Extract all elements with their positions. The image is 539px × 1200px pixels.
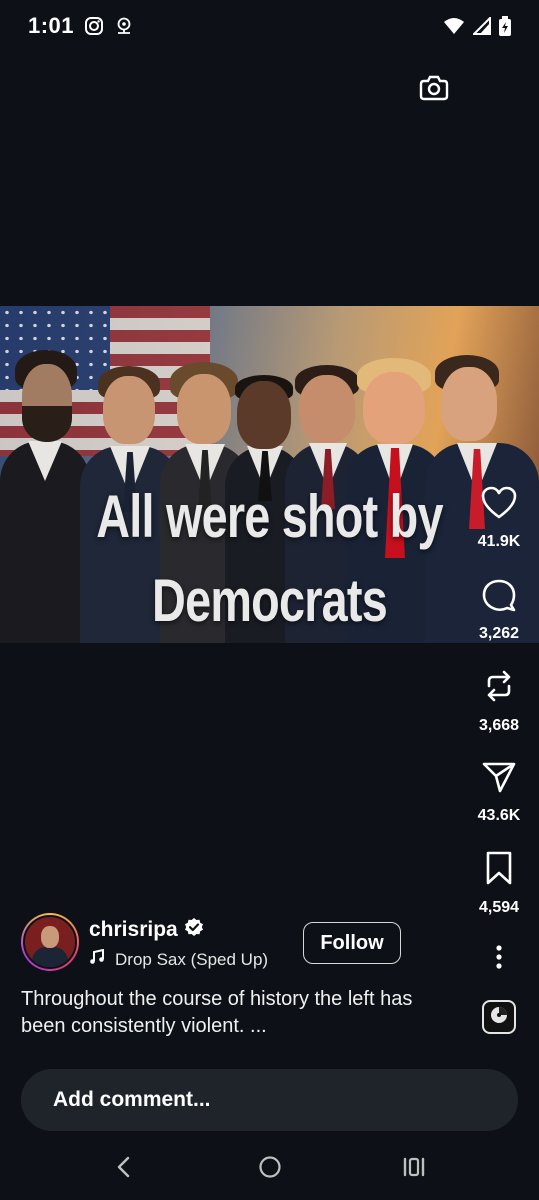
camera-button[interactable] <box>414 70 454 110</box>
save-count: 4,594 <box>478 899 520 916</box>
comment-count: 3,262 <box>478 625 520 642</box>
heart-icon <box>481 486 517 525</box>
send-icon <box>481 760 517 799</box>
music-note-icon <box>89 948 105 970</box>
signal-icon <box>473 17 491 35</box>
status-time: 1:01 <box>28 13 75 38</box>
back-chevron-icon <box>116 1156 132 1183</box>
post-image[interactable]: All were shot by Democrats <box>0 306 539 643</box>
share-button[interactable]: 43.6K <box>466 760 532 825</box>
username-link[interactable]: chrisripa <box>89 917 204 943</box>
username: chrisripa <box>89 918 178 941</box>
share-count: 43.6K <box>477 807 521 824</box>
status-bar: 1:01 <box>0 0 539 52</box>
repost-button[interactable]: 3,668 <box>466 668 532 735</box>
camera-icon <box>418 73 450 108</box>
like-count: 41.9K <box>477 533 521 550</box>
system-navigation-bar <box>0 1140 539 1200</box>
bookmark-icon <box>483 850 515 891</box>
overlay-text-line1: All were shot by <box>96 483 443 550</box>
repost-icon <box>481 668 517 709</box>
battery-charging-icon <box>499 16 511 36</box>
audio-thumbnail-button[interactable] <box>482 1000 516 1034</box>
webcam-icon <box>114 16 134 36</box>
back-button[interactable] <box>104 1154 144 1184</box>
more-options-button[interactable] <box>484 942 514 976</box>
overlay-text-line2: Democrats <box>152 567 388 634</box>
home-button[interactable] <box>250 1154 290 1184</box>
home-circle-icon <box>258 1155 282 1184</box>
save-button[interactable]: 4,594 <box>466 850 532 917</box>
comment-bubble-icon <box>481 578 517 617</box>
caption[interactable]: Throughout the course of history the lef… <box>21 986 461 1040</box>
audio-disc-icon <box>488 1004 510 1031</box>
more-vertical-icon <box>495 944 503 975</box>
add-comment-placeholder: Add comment... <box>53 1088 211 1111</box>
recent-apps-icon <box>402 1156 426 1183</box>
add-comment-input[interactable]: Add comment... <box>21 1069 518 1131</box>
comment-button[interactable]: 3,262 <box>466 578 532 643</box>
music-link[interactable]: Drop Sax (Sped Up) <box>89 948 269 970</box>
like-button[interactable]: 41.9K <box>466 486 532 551</box>
verified-badge-icon <box>184 917 204 943</box>
recent-apps-button[interactable] <box>394 1154 434 1184</box>
avatar[interactable] <box>21 913 79 971</box>
instagram-icon <box>84 16 104 36</box>
wifi-icon <box>443 17 465 35</box>
repost-count: 3,668 <box>478 717 520 734</box>
follow-button[interactable]: Follow <box>303 922 401 964</box>
music-title: Drop Sax (Sped Up) <box>115 949 269 969</box>
